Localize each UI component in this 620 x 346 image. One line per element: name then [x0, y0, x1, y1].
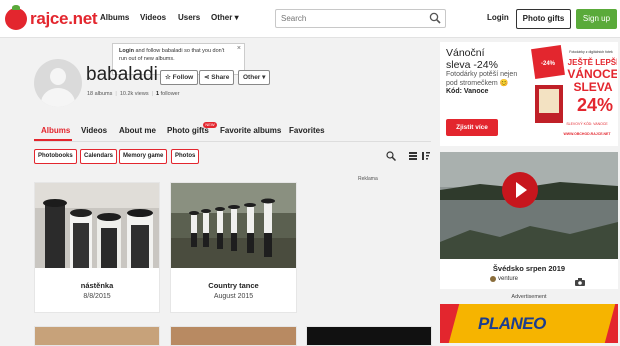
camera-icon [575, 278, 585, 286]
tooltip-login-link[interactable]: Login [119, 48, 134, 54]
promo-art-line3: SLEVA [573, 80, 612, 94]
star-icon: ☆ [165, 74, 171, 81]
planeo-logo: PLANEO [478, 314, 546, 333]
album-title: Country tance [208, 281, 259, 290]
chevron-down-icon: ▾ [234, 13, 239, 22]
album-thumbnail [35, 183, 159, 268]
stats-divider: | [115, 91, 117, 97]
promo-sub-line1: Fotodárky potěší nejen [446, 71, 518, 78]
avatar-head [50, 68, 66, 85]
search-input[interactable] [276, 10, 416, 27]
video-title: Švédsko srpen 2019 [492, 264, 566, 273]
album-title: nástěnka [80, 281, 114, 290]
follow-label: Follow [172, 74, 194, 81]
profile-stats: 18 albums | 10.2k views | 1 follower [87, 91, 180, 97]
follow-button[interactable]: ☆ Follow [160, 70, 199, 85]
album-card[interactable]: nástěnka 8/8/2015 [34, 182, 160, 313]
promo-sub-line2: pod stromečkem 😊 [446, 80, 509, 87]
promo-title: Vánoční sleva -24% [446, 47, 498, 71]
nav-albums[interactable]: Albums [100, 13, 129, 22]
promo-more-button[interactable]: Zjistit více [446, 119, 498, 136]
author-avatar [490, 276, 496, 282]
video-card[interactable]: Švédsko srpen 2019 venture [440, 152, 618, 289]
profile-username: babaladi [86, 64, 158, 85]
active-tab-indicator [34, 139, 72, 141]
stats-divider: | [151, 91, 154, 97]
album-card[interactable]: Country tance August 2015 [170, 182, 297, 313]
promo-subtitle: Fotodárky potěší nejen pod stromečkem 😊 [446, 70, 517, 88]
album-card[interactable] [34, 326, 160, 346]
views-count: 10.2k views [119, 91, 149, 97]
logo-text: rajce.net [30, 9, 98, 28]
promo-code: Kód: Vanoce [446, 88, 489, 95]
nav-other-label: Other [211, 13, 233, 22]
profile-other-label: Other [243, 74, 261, 81]
banner-stripe [604, 304, 618, 343]
album-card[interactable] [170, 326, 297, 346]
promo-title-line1: Vánoční [446, 47, 485, 59]
promo-art-small: Fotodárky z digitálních fotek [569, 50, 613, 54]
share-label: Share [211, 74, 230, 81]
tab-photo-gifts[interactable]: Photo gifts [167, 126, 209, 135]
search-icon[interactable] [429, 12, 441, 24]
avatar-body [41, 88, 75, 107]
close-icon[interactable]: × [237, 45, 241, 53]
profile-other-button[interactable]: Other ▾ [238, 70, 271, 85]
album-date: 8/8/2015 [83, 293, 111, 300]
filter-photobooks[interactable]: Photobooks [34, 149, 77, 164]
login-link[interactable]: Login [487, 13, 509, 22]
avatar [34, 59, 82, 107]
nav-videos[interactable]: Videos [140, 13, 166, 22]
album-photo-country-dance [171, 183, 296, 268]
search-box [275, 9, 446, 28]
nav-other[interactable]: Other ▾ [211, 13, 239, 22]
new-badge: NEW [203, 122, 217, 128]
share-button[interactable]: ⋖ Share [199, 70, 235, 85]
promo-art-line2: VÁNOCE [567, 66, 617, 81]
promo-sale-artwork[interactable]: -24% Fotodárky z digitálních fotek JEŠTĚ… [531, 45, 617, 143]
nav-users[interactable]: Users [178, 13, 200, 22]
planeo-banner[interactable]: PLANEO [440, 304, 618, 343]
play-icon[interactable] [502, 172, 538, 208]
promo-art-badge: -24% [541, 61, 556, 67]
strawberry-logo-icon [5, 5, 27, 30]
tab-about-me[interactable]: About me [119, 126, 156, 135]
filter-photos[interactable]: Photos [171, 149, 200, 164]
filter-memory-game[interactable]: Memory game [119, 149, 168, 164]
search-icon[interactable] [386, 151, 396, 161]
album-thumbnail [171, 183, 296, 268]
logo[interactable]: rajce.net [5, 5, 98, 30]
signup-button[interactable]: Sign up [576, 9, 617, 29]
filter-calendars[interactable]: Calendars [80, 149, 118, 164]
sort-icon[interactable] [421, 151, 431, 161]
advertisement-label: Advertisement [511, 294, 547, 300]
top-bar: rajce.net Albums Videos Users Other ▾ Lo… [0, 0, 620, 38]
followers-count[interactable]: 1 [156, 91, 159, 97]
photo-gifts-button[interactable]: Photo gifts [516, 9, 571, 29]
tooltip-text: and follow babaladi so that you don't ru… [119, 48, 225, 62]
banner-stripe [440, 304, 460, 343]
promo-art-code: SLEVOVÝ KÓD: VANOCE [566, 121, 608, 126]
tab-favorites[interactable]: Favorites [289, 126, 325, 135]
video-author[interactable]: venture [498, 276, 518, 282]
chevron-down-icon: ▾ [262, 74, 266, 81]
tab-favorite-albums[interactable]: Favorite albums [220, 126, 281, 135]
share-icon: ⋖ [204, 74, 210, 81]
promo-art-line1: JEŠTĚ LEPŠÍ [568, 58, 617, 67]
tab-albums[interactable]: Albums [41, 126, 70, 135]
followers-label: follower [160, 91, 180, 97]
list-view-icon[interactable] [408, 151, 418, 161]
tab-videos[interactable]: Videos [81, 126, 107, 135]
album-date: August 2015 [213, 293, 254, 300]
promo-art-url: WWW.OBCHOD.RAJCE.NET [563, 132, 611, 136]
album-photo-dancers-hats [35, 183, 159, 268]
video-thumbnail [440, 152, 618, 259]
promo-box: Vánoční sleva -24% Fotodárky potěší nejen… [440, 42, 618, 146]
ad-card[interactable] [306, 326, 432, 346]
albums-count: 18 albums [87, 91, 113, 97]
promo-art-pct: 24% [577, 95, 613, 115]
reklama-label: Reklama [358, 176, 378, 182]
